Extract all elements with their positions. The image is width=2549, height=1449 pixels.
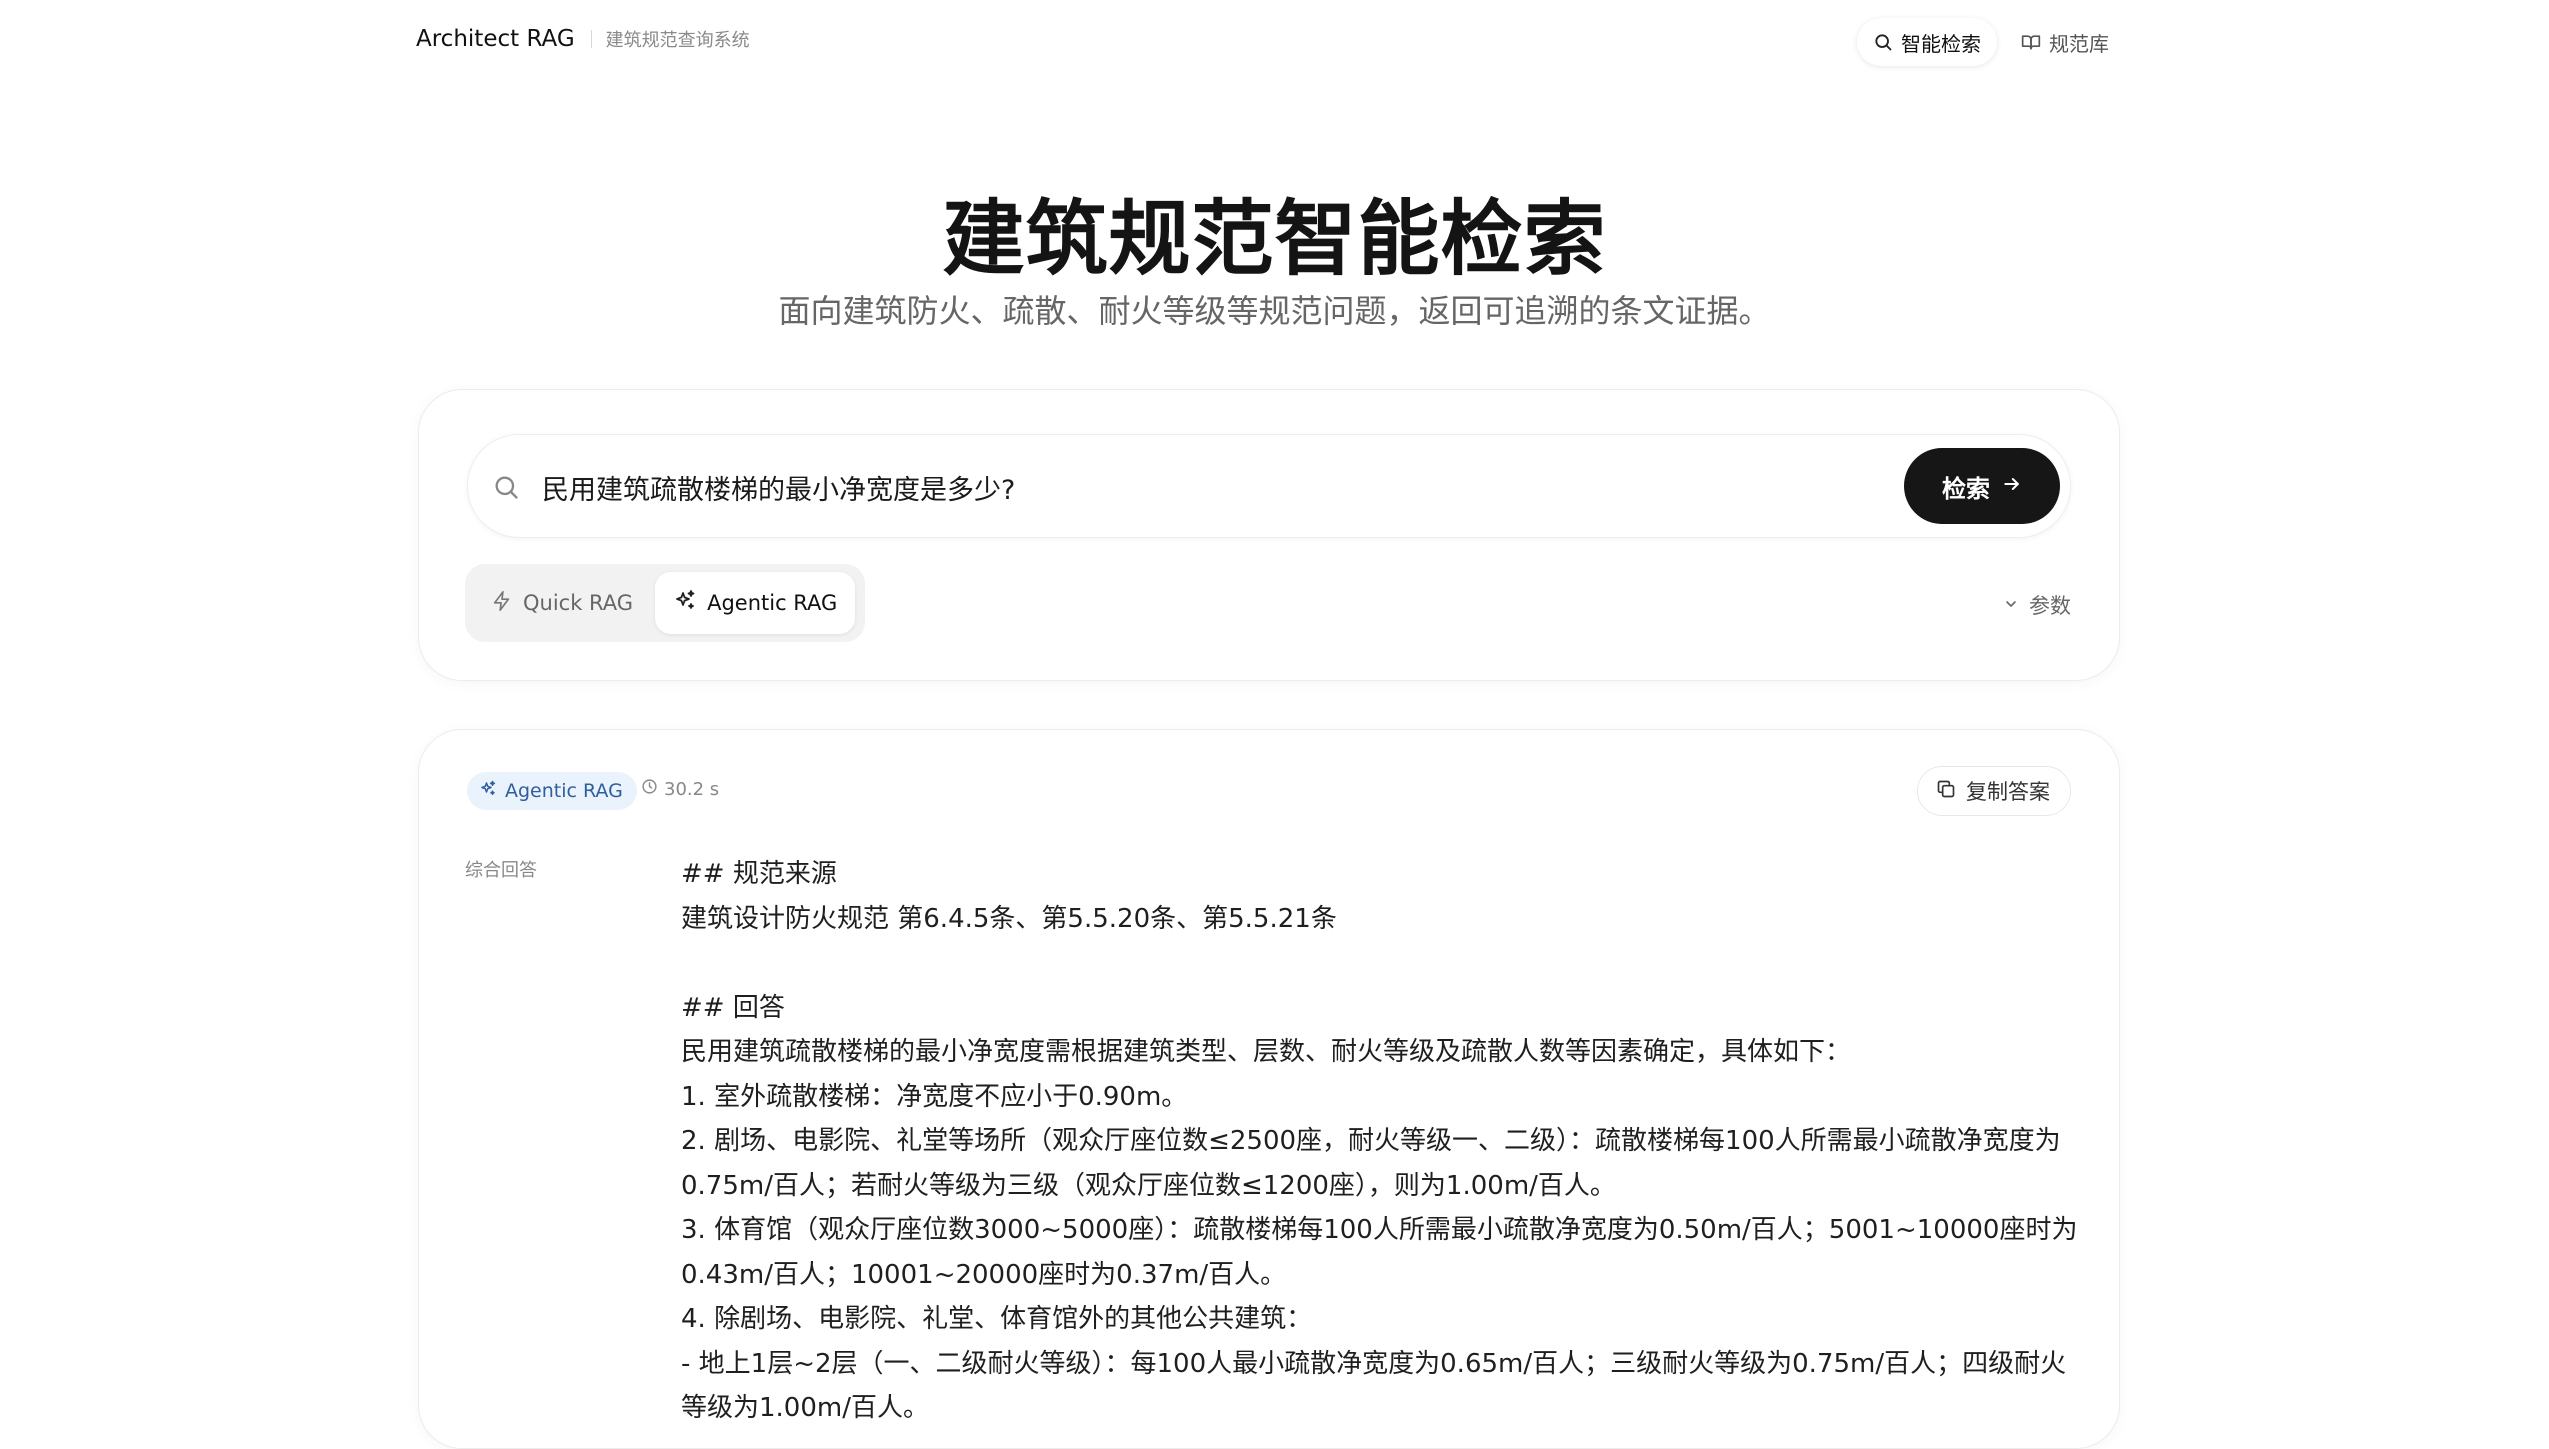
search-button[interactable]: 检索 xyxy=(1904,448,2060,524)
arrow-right-icon xyxy=(2002,472,2022,500)
mode-option-agentic-rag[interactable]: Agentic RAG xyxy=(655,572,856,634)
sparkles-icon xyxy=(479,780,497,803)
mode-badge: Agentic RAG xyxy=(467,772,637,810)
search-bar: 检索 xyxy=(467,434,2071,538)
answer-line: ## 规范来源 xyxy=(681,859,837,889)
answer-line: 2. 剧场、电影院、礼堂等场所（观众厅座位数≤2500座，耐火等级一、二级）：疏… xyxy=(681,1126,2061,1201)
brand-name: Architect RAG xyxy=(416,26,575,52)
nav-link-label: 规范库 xyxy=(2049,31,2109,56)
nav-link-code-library[interactable]: 规范库 xyxy=(2005,18,2125,66)
brand-subtitle: 建筑规范查询系统 xyxy=(605,30,750,51)
search-button-label: 检索 xyxy=(1942,474,1990,503)
brand-divider xyxy=(590,30,592,48)
page-title: 建筑规范智能检索 xyxy=(942,192,1607,287)
nav-link-smart-search[interactable]: 智能检索 xyxy=(1857,18,1997,66)
result-panel: Agentic RAG 30.2 s 复制答案 综合回答 ## 规范来源 建筑设… xyxy=(418,729,2120,1449)
search-panel: 检索 Quick RAG Agentic RAG 参数 xyxy=(418,389,2120,681)
mode-switch: Quick RAG Agentic RAG xyxy=(465,564,865,642)
params-label: 参数 xyxy=(2029,594,2071,618)
answer-line: - 地上1层~2层（一、二级耐火等级）：每100人最小疏散净宽度为0.65m/百… xyxy=(681,1348,2067,1424)
mode-option-label: Quick RAG xyxy=(523,591,634,615)
copy-icon xyxy=(1936,779,1956,804)
sparkles-icon xyxy=(673,589,697,618)
brand[interactable]: Architect RAG 建筑规范查询系统 xyxy=(416,26,750,52)
clock-icon xyxy=(641,778,658,800)
answer-line: ## 回答 xyxy=(681,992,785,1023)
book-icon xyxy=(2021,32,2041,52)
lightning-icon xyxy=(491,590,513,617)
elapsed-value: 30.2 s xyxy=(664,778,720,800)
search-input[interactable] xyxy=(540,461,1840,513)
answer-body: ## 规范来源 建筑设计防火规范 第6.4.5条、第5.5.20条、第5.5.2… xyxy=(681,852,2081,1431)
chevron-down-icon xyxy=(2003,593,2019,617)
answer-line xyxy=(681,941,2081,986)
elapsed-time: 30.2 s xyxy=(641,778,719,800)
mode-option-label: Agentic RAG xyxy=(707,591,838,615)
answer-line: 建筑设计防火规范 第6.4.5条、第5.5.20条、第5.5.21条 xyxy=(681,903,1337,934)
params-toggle[interactable]: 参数 xyxy=(2003,590,2071,620)
page-subtitle: 面向建筑防火、疏散、耐火等级等规范问题，返回可追溯的条文证据。 xyxy=(778,292,1771,330)
mode-option-quick-rag[interactable]: Quick RAG xyxy=(473,572,651,634)
nav-links: 智能检索 规范库 xyxy=(1857,18,2125,66)
top-navigation: Architect RAG 建筑规范查询系统 智能检索 规范库 xyxy=(0,0,2549,84)
answer-line: 1. 室外疏散楼梯：净宽度不应小于0.90m。 xyxy=(681,1081,1188,1112)
copy-answer-button[interactable]: 复制答案 xyxy=(1917,766,2071,816)
answer-label: 综合回答 xyxy=(465,860,537,881)
answer-line: 3. 体育馆（观众厅座位数3000~5000座）：疏散楼梯每100人所需最小疏散… xyxy=(681,1215,2078,1290)
mode-badge-label: Agentic RAG xyxy=(505,780,623,802)
nav-link-label: 智能检索 xyxy=(1901,31,1981,56)
copy-answer-label: 复制答案 xyxy=(1966,780,2050,804)
search-icon xyxy=(1873,32,1893,52)
answer-line: 4. 除剧场、电影院、礼堂、体育馆外的其他公共建筑： xyxy=(681,1304,1313,1334)
search-icon xyxy=(492,473,520,505)
answer-line: 民用建筑疏散楼梯的最小净宽度需根据建筑类型、层数、耐火等级及疏散人数等因素确定，… xyxy=(681,1037,1852,1067)
